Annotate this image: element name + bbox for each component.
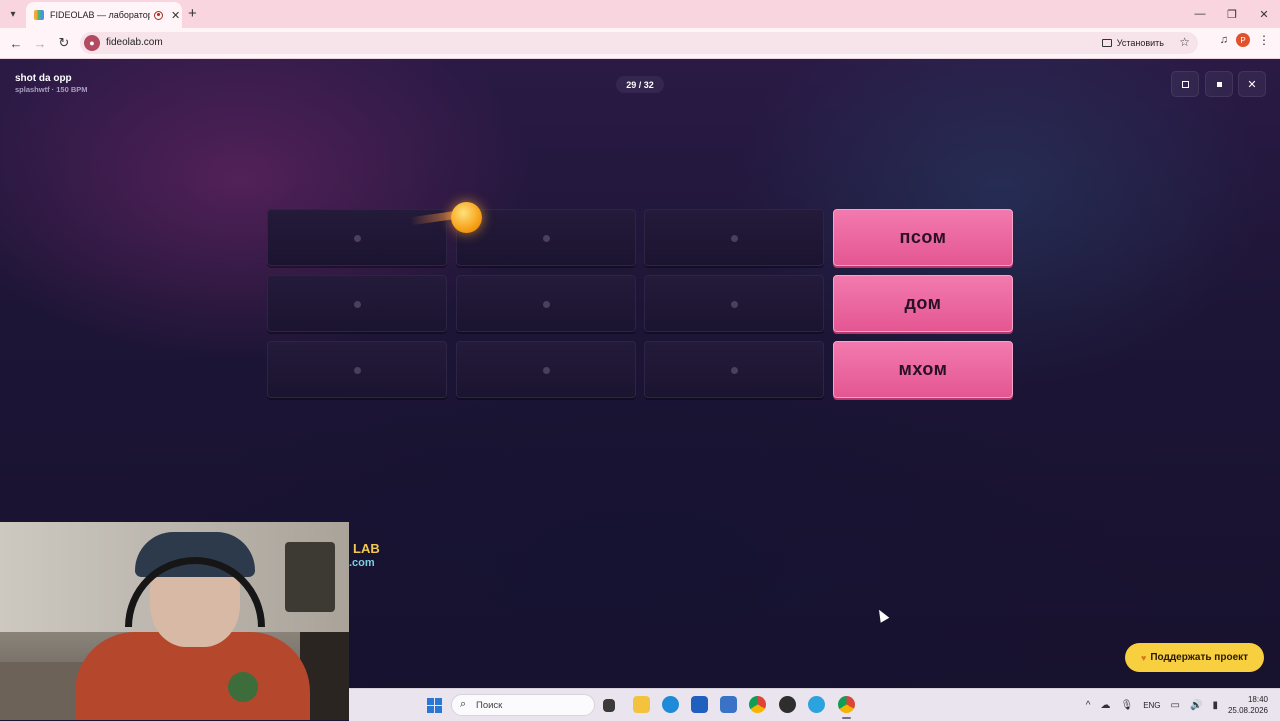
forward-icon[interactable]: → — [30, 33, 50, 53]
song-meta: splashwtf · 150 BPM — [15, 85, 88, 94]
clock-date: 25.08.2026 — [1227, 706, 1268, 715]
browser-toolbar: ← → ↻ ● fideolab.com Установить ☆ ♫ P ⋮ — [0, 28, 1280, 59]
stop-icon — [1216, 81, 1222, 87]
beat-cell[interactable] — [456, 275, 636, 332]
restore-icon[interactable]: ❐ — [1216, 0, 1248, 28]
watermark-logo: LAB — [353, 541, 380, 556]
start-icon[interactable] — [427, 698, 442, 713]
watermark-domain: .com — [349, 557, 375, 569]
cloud-icon[interactable]: ☁ — [1100, 700, 1110, 711]
browser-menu-icon[interactable]: ⋮ — [1258, 33, 1270, 47]
outlook-icon[interactable] — [720, 696, 737, 713]
microphone-icon[interactable]: ● — [84, 35, 100, 51]
address-bar[interactable]: ● fideolab.com Установить ☆ — [80, 32, 1198, 54]
beat-dot — [731, 234, 738, 242]
microphone-tray-icon[interactable]: 🎙 — [1120, 700, 1133, 711]
close-game-button[interactable]: ✕ — [1238, 71, 1266, 97]
word-label: мхом — [898, 359, 948, 379]
beat-ball — [451, 202, 482, 233]
webcam-overlay — [0, 522, 349, 720]
beat-cell[interactable] — [456, 209, 636, 266]
beat-dot — [354, 234, 361, 242]
beat-cell[interactable] — [644, 209, 824, 266]
word-label: дом — [904, 293, 942, 313]
obs-icon[interactable] — [779, 696, 796, 713]
task-view-icon[interactable] — [603, 699, 615, 712]
new-tab-button[interactable]: + — [188, 6, 197, 21]
file-explorer-icon[interactable] — [633, 696, 650, 713]
support-label: Поддержать проект — [1150, 652, 1249, 663]
browser-tab-bar: ▾ FIDEOLAB — лаборатория ✕ + — ❐ ✕ — [0, 0, 1280, 28]
window-controls: — ❐ ✕ — [1184, 0, 1280, 28]
chrome-icon[interactable] — [749, 696, 766, 713]
word-cell[interactable]: дом — [833, 275, 1013, 332]
beat-cell[interactable] — [456, 341, 636, 398]
beat-cell[interactable] — [267, 275, 447, 332]
mouse-cursor-icon — [874, 607, 890, 623]
store-icon[interactable] — [691, 696, 708, 713]
back-icon[interactable]: ← — [6, 33, 26, 53]
url-text[interactable]: fideolab.com — [106, 37, 163, 48]
telegram-icon[interactable] — [808, 696, 825, 713]
beat-grid: псом дом мхом — [267, 209, 1014, 399]
language-indicator[interactable]: ENG — [1143, 701, 1160, 710]
window-close-icon[interactable]: ✕ — [1248, 0, 1280, 28]
beat-dot — [731, 366, 738, 374]
word-label: псом — [899, 227, 947, 247]
stop-button[interactable] — [1205, 71, 1233, 97]
windows-taskbar: ⌕ Поиск ^ ☁ 🎙 ENG ▭ 🔊 ▮ 18:40 25.08.2026 — [349, 688, 1280, 721]
search-placeholder: Поиск — [476, 700, 503, 711]
minimize-icon[interactable]: — — [1184, 0, 1216, 28]
tab-title: FIDEOLAB — лаборатория — [50, 10, 150, 20]
system-tray: ^ ☁ 🎙 ENG ▭ 🔊 ▮ 18:40 25.08.2026 — [1086, 689, 1268, 721]
beat-cell[interactable] — [644, 341, 824, 398]
install-app-button[interactable]: Установить — [1101, 36, 1164, 50]
battery-icon[interactable]: ▮ — [1212, 700, 1218, 711]
search-icon: ⌕ — [460, 698, 467, 710]
close-icon: ✕ — [1247, 78, 1257, 91]
beat-dot — [543, 234, 550, 242]
clock-time: 18:40 — [1247, 695, 1268, 704]
heart-icon: ♥ — [1140, 652, 1147, 663]
recording-icon — [154, 10, 163, 20]
word-cell[interactable]: псом — [833, 209, 1013, 266]
tray-chevron-icon[interactable]: ^ — [1086, 700, 1091, 711]
media-controls-icon[interactable]: ♫ — [1220, 34, 1228, 46]
beat-dot — [731, 300, 738, 308]
beat-cell[interactable] — [644, 275, 824, 332]
browser-tab[interactable]: FIDEOLAB — лаборатория ✕ — [26, 2, 182, 28]
bookmark-star-icon[interactable]: ☆ — [1179, 35, 1190, 49]
chrome-active-icon[interactable] — [838, 696, 855, 719]
song-title: shot da opp — [15, 73, 72, 84]
beat-dot — [354, 300, 361, 308]
edge-icon[interactable] — [662, 696, 679, 713]
tab-search-chevron-icon[interactable]: ▾ — [4, 5, 22, 23]
webcam-shelf — [285, 542, 335, 612]
network-icon[interactable]: ▭ — [1171, 700, 1180, 711]
fullscreen-icon — [1181, 80, 1189, 88]
beat-dot — [543, 300, 550, 308]
site-favicon-icon — [34, 10, 44, 20]
profile-avatar[interactable]: P — [1236, 33, 1250, 47]
clock[interactable]: 18:40 25.08.2026 — [1228, 694, 1268, 716]
reload-icon[interactable]: ↻ — [54, 33, 74, 53]
word-cell[interactable]: мхом — [833, 341, 1013, 398]
beat-cell[interactable] — [267, 341, 447, 398]
volume-icon[interactable]: 🔊 — [1190, 700, 1202, 711]
beat-dot — [354, 366, 361, 374]
taskbar-search[interactable]: ⌕ Поиск — [451, 694, 595, 716]
webcam-shirt-badge — [228, 672, 258, 702]
tab-close-icon[interactable]: ✕ — [171, 9, 180, 22]
round-counter: 29 / 32 — [616, 76, 664, 93]
install-icon — [1101, 39, 1112, 47]
fullscreen-button[interactable] — [1171, 71, 1199, 97]
beat-dot — [543, 366, 550, 374]
support-project-button[interactable]: ♥ Поддержать проект — [1125, 643, 1264, 672]
install-label: Установить — [1116, 38, 1164, 48]
